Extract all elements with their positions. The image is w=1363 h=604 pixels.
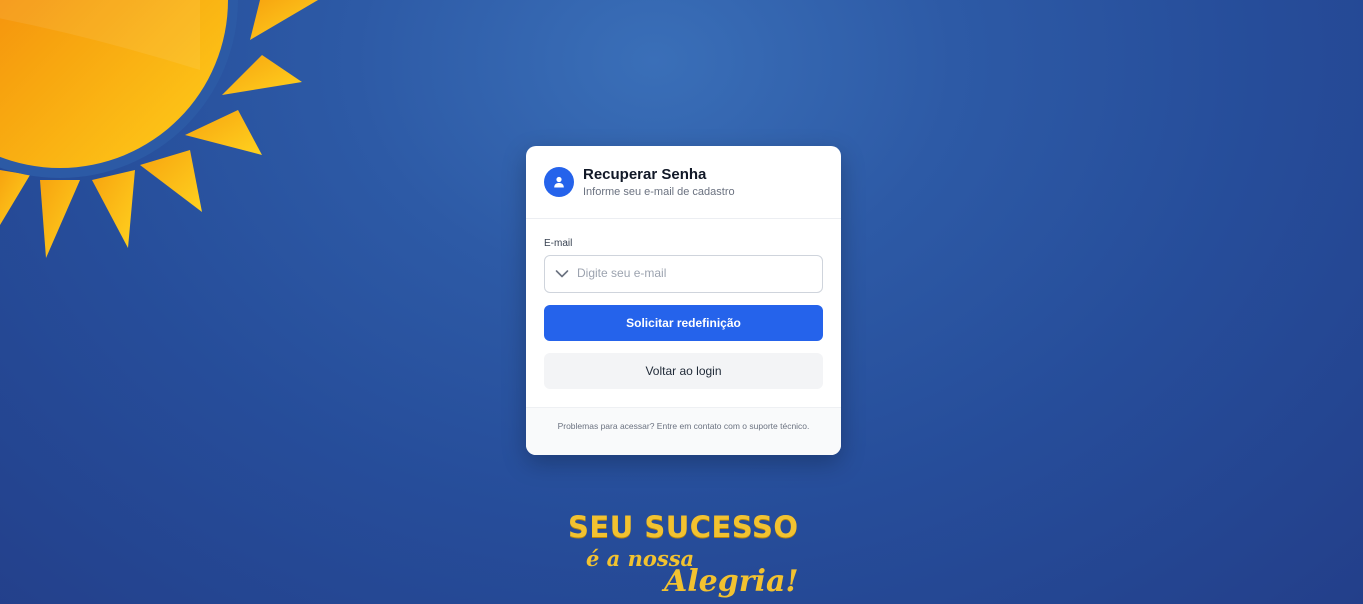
email-field-wrapper xyxy=(544,255,823,293)
chevron-down-icon xyxy=(555,270,569,278)
slogan-line3: Alegria! xyxy=(664,564,799,599)
email-label: E-mail xyxy=(544,238,573,249)
avatar xyxy=(544,167,574,197)
card-footer: Problemas para acessar? Entre em contato… xyxy=(526,407,841,455)
slogan-logo: SEU SUCESSO é a nossa Alegria! xyxy=(560,508,810,604)
slogan-line1: SEU SUCESSO xyxy=(568,510,799,544)
page-title: Recuperar Senha xyxy=(583,166,707,183)
card-header: Recuperar Senha Informe seu e-mail de ca… xyxy=(526,146,841,219)
recover-password-card: Recuperar Senha Informe seu e-mail de ca… xyxy=(526,146,841,455)
user-icon xyxy=(554,176,564,188)
email-field[interactable] xyxy=(577,256,813,290)
sun-icon xyxy=(0,0,318,258)
page-subtitle: Informe seu e-mail de cadastro xyxy=(583,186,735,198)
request-reset-button[interactable]: Solicitar redefinição xyxy=(544,305,823,341)
support-text: Problemas para acessar? Entre em contato… xyxy=(557,421,810,431)
back-to-login-button[interactable]: Voltar ao login xyxy=(544,353,823,389)
